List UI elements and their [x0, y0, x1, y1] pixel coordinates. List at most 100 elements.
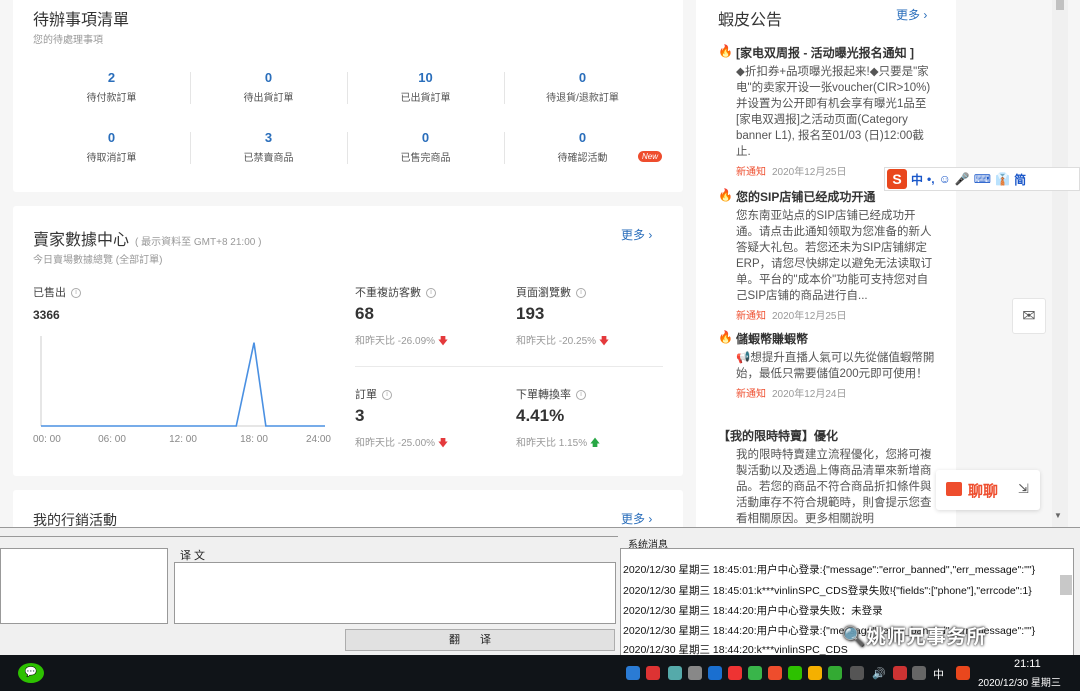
- metric-label-orders: 訂單 i: [355, 386, 392, 402]
- announcement-more-link[interactable]: 更多 ›: [896, 6, 927, 23]
- tray-icon[interactable]: [912, 666, 926, 680]
- ime-simplified-toggle[interactable]: 简: [1014, 171, 1026, 188]
- divider: [190, 132, 191, 164]
- info-icon: i: [71, 288, 81, 299]
- marketing-more-link[interactable]: 更多 ›: [621, 510, 652, 527]
- x-tick-label: 12: 00: [169, 434, 197, 445]
- source-text-area[interactable]: [0, 548, 168, 624]
- metric-value-conversion: 4.41%: [516, 406, 565, 425]
- tray-icon[interactable]: [646, 666, 660, 680]
- x-tick-label: 24:00: [306, 434, 331, 445]
- announcement-item[interactable]: 【我的限時特賣】優化 我的限時特賣建立流程優化，您將可複製活動以及透過上傳商品清…: [718, 427, 938, 527]
- info-icon: i: [382, 390, 392, 401]
- clock-date[interactable]: 2020/12/30 星期三: [978, 674, 1061, 689]
- sold-label: 已售出 i: [33, 284, 81, 300]
- metric-compare-conversion: 和昨天比 1.15% 🡅: [516, 438, 601, 449]
- pane-header: [0, 536, 618, 548]
- log-line: 2020/12/30 星期三 18:44:20:用户中心登录失败：未登录: [623, 605, 883, 617]
- browser-viewport: 待辦事項清單 您的待處理事項 2 待付款訂單 0 待出貨訂單 10 已出貨訂單 0 待退…: [0, 0, 1080, 527]
- log-line: 2020/12/30 星期三 18:45:01:用户中心登录:{"message…: [623, 564, 1036, 576]
- tray-icon[interactable]: [688, 666, 702, 680]
- announcement-item[interactable]: 🔥 [家电双周报 - 活动曝光报名通知 ] ◆折扣券+品项曝光报起来!◆只要是"家…: [718, 44, 938, 178]
- announcement-item[interactable]: 🔥 您的SIP店铺已经成功开通 您东南亚站点的SIP店铺已经成功开通。请点击此通知…: [718, 188, 938, 322]
- scroll-down-arrow-icon[interactable]: ▼: [1054, 511, 1062, 520]
- fire-icon: 🔥: [718, 44, 733, 58]
- tray-icon[interactable]: [893, 666, 907, 680]
- translate-button[interactable]: 翻译: [345, 629, 615, 651]
- log-scrollbar[interactable]: [1060, 575, 1072, 595]
- ime-voice-icon[interactable]: 🎤: [955, 172, 970, 186]
- data-center-note: ( 最示資料至 GMT+8 21:00 ): [135, 237, 262, 248]
- sales-line-chart: 00: 00 06: 00 12: 00 18: 00 24:00: [33, 336, 331, 445]
- tray-icon[interactable]: [668, 666, 682, 680]
- arrow-down-icon: 🡇: [437, 438, 449, 449]
- data-center-card: 賣家數據中心( 最示資料至 GMT+8 21:00 ) 今日賣場數據總覽 (全部…: [13, 206, 683, 476]
- x-tick-label: 00: 00: [33, 434, 61, 445]
- wechat-icon[interactable]: 💬: [18, 663, 44, 683]
- ime-lang-toggle[interactable]: 中: [911, 171, 923, 188]
- chat-icon: [946, 482, 962, 496]
- scrollbar-thumb[interactable]: [1056, 0, 1064, 10]
- ime-skin-icon[interactable]: 👔: [995, 172, 1010, 186]
- data-center-more-link[interactable]: 更多 ›: [621, 226, 652, 243]
- announcement-title: 蝦皮公告: [718, 12, 783, 29]
- x-tick-label: 18: 00: [240, 434, 268, 445]
- ime-toolbar[interactable]: S 中 •, ☺ 🎤 ⌨ 👔 简: [884, 167, 1080, 191]
- target-text-area[interactable]: [174, 562, 616, 624]
- arrow-down-icon: 🡇: [598, 336, 610, 347]
- tray-icon[interactable]: [850, 666, 864, 680]
- tray-icon[interactable]: [768, 666, 782, 680]
- marketing-card: 我的行銷活動 更多 ›: [13, 490, 683, 527]
- tray-icon[interactable]: [748, 666, 762, 680]
- tray-icon[interactable]: [708, 666, 722, 680]
- clock-time[interactable]: 21:11: [1014, 658, 1041, 670]
- mail-icon[interactable]: ✉: [1012, 298, 1046, 334]
- todo-item-shipped[interactable]: 10 已出貨訂單: [347, 70, 504, 110]
- divider: [190, 72, 191, 104]
- sogou-tray-icon[interactable]: [956, 666, 970, 680]
- divider: [504, 132, 505, 164]
- todo-item-returns[interactable]: 0 待退貨/退款訂單: [504, 70, 661, 110]
- metric-compare-pageviews: 和昨天比 -20.25% 🡇: [516, 336, 610, 347]
- page-scrollbar[interactable]: [1052, 0, 1068, 527]
- todo-item-pending-events[interactable]: 0 待確認活動: [504, 130, 661, 170]
- marketing-title: 我的行銷活動: [33, 512, 117, 527]
- arrow-down-icon: 🡇: [437, 336, 449, 347]
- log-line: 2020/12/30 星期三 18:44:20:k***vinlinSPC_CD…: [623, 644, 848, 656]
- divider: [355, 366, 663, 367]
- todo-item-pending-cancel[interactable]: 0 待取消訂單: [33, 130, 190, 170]
- todo-item-to-ship[interactable]: 0 待出貨訂單: [190, 70, 347, 110]
- ime-keyboard-icon[interactable]: ⌨: [974, 172, 991, 186]
- announcement-panel: 蝦皮公告 更多 › 🔥 [家电双周报 - 活动曝光报名通知 ] ◆折扣券+品项曝光…: [696, 0, 956, 527]
- todo-title: 待辦事項清單: [33, 12, 130, 29]
- ime-language-indicator[interactable]: 中: [933, 666, 944, 682]
- todo-subtitle: 您的待處理事項: [33, 35, 103, 46]
- info-icon: i: [426, 288, 436, 299]
- fire-icon: 🔥: [718, 188, 733, 202]
- target-label: 译 文: [180, 550, 206, 562]
- log-line: 2020/12/30 星期三 18:45:01:k***vinlinSPC_CD…: [623, 585, 1032, 597]
- todo-item-banned[interactable]: 3 已禁賣商品: [190, 130, 347, 170]
- divider: [347, 72, 348, 104]
- metric-label-visitors: 不重複訪客數 i: [355, 284, 436, 300]
- arrow-up-icon: 🡅: [589, 438, 601, 449]
- tray-icon[interactable]: [828, 666, 842, 680]
- announcement-item[interactable]: 🔥 儲蝦幣賺蝦幣 📢想提升直播人氣可以先從儲值蝦幣開始，最低只需要儲值200元即可…: [718, 330, 938, 400]
- ime-emoji-icon[interactable]: ☺: [939, 172, 951, 186]
- divider: [504, 72, 505, 104]
- x-tick-label: 06: 00: [98, 434, 126, 445]
- watermark: 🔍姚师兄事务所: [842, 627, 987, 648]
- todo-item-pending-payment[interactable]: 2 待付款訂單: [33, 70, 190, 110]
- metric-value-pageviews: 193: [516, 304, 545, 323]
- todo-item-sold-out[interactable]: 0 已售完商品: [347, 130, 504, 170]
- data-center-subtitle: 今日賣場數據總覽 (全部訂單): [33, 255, 163, 266]
- tray-icon[interactable]: [626, 666, 640, 680]
- sogou-logo-icon: S: [887, 169, 907, 189]
- fire-icon: 🔥: [718, 330, 733, 344]
- tray-icon[interactable]: [728, 666, 742, 680]
- tray-icon[interactable]: [808, 666, 822, 680]
- ime-punct-icon[interactable]: •,: [927, 172, 935, 186]
- tray-icon[interactable]: [788, 666, 802, 680]
- chat-button[interactable]: 聊聊 ⇲: [936, 470, 1040, 510]
- volume-icon[interactable]: 🔊: [872, 667, 886, 680]
